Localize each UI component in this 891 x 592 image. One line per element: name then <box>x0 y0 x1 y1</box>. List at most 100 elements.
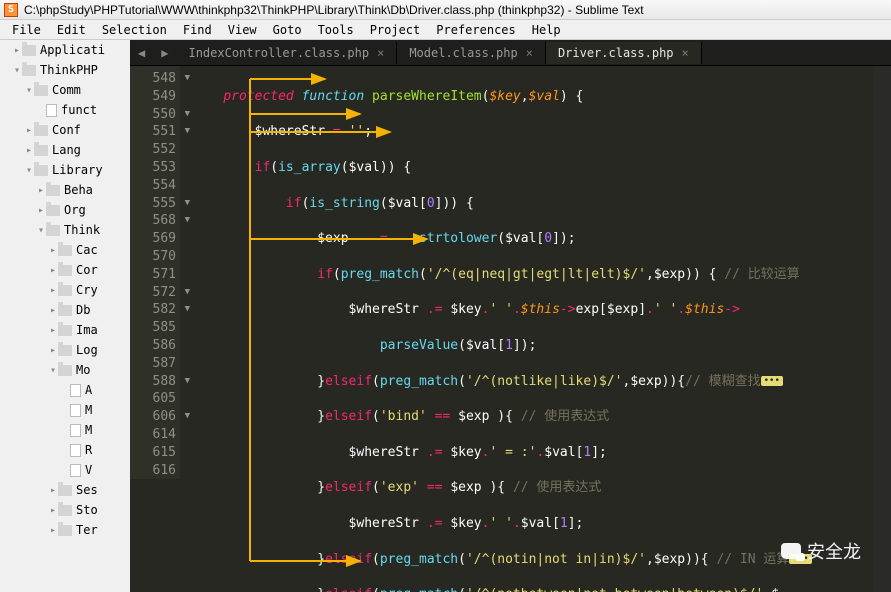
tree-item[interactable]: ▸Ima <box>0 320 130 340</box>
disclose-icon[interactable]: ▾ <box>48 365 58 376</box>
file-icon <box>70 464 81 477</box>
disclose-icon[interactable]: ▸ <box>48 505 58 516</box>
tree-item[interactable]: A <box>0 380 130 400</box>
fold-marker-icon[interactable]: ▼ <box>185 373 190 391</box>
fold-marker-icon[interactable]: ▼ <box>185 123 190 141</box>
fold-icon[interactable]: ••• <box>761 376 783 386</box>
tree-item[interactable]: V <box>0 460 130 480</box>
disclose-icon[interactable]: ▸ <box>24 125 34 136</box>
disclose-icon[interactable]: ▸ <box>48 485 58 496</box>
menu-file[interactable]: File <box>4 21 49 39</box>
close-icon[interactable]: × <box>526 46 533 60</box>
tree-item[interactable]: ▸Ter <box>0 520 130 540</box>
tree-item[interactable]: ▸ Beha <box>0 180 130 200</box>
nav-right-icon[interactable]: ▶ <box>153 46 176 60</box>
fold-marker-icon[interactable]: ▼ <box>185 284 190 302</box>
menu-edit[interactable]: Edit <box>49 21 94 39</box>
menubar: FileEditSelectionFindViewGotoToolsProjec… <box>0 20 891 40</box>
fold-marker-icon[interactable]: ▼ <box>185 195 190 213</box>
tree-item[interactable]: ▾Think <box>0 220 130 240</box>
disclose-icon[interactable]: ▸ <box>24 145 34 156</box>
menu-goto[interactable]: Goto <box>265 21 310 39</box>
disclose-icon[interactable]: ▾ <box>24 165 34 176</box>
disclose-icon[interactable]: ▸ <box>48 285 58 296</box>
file-icon <box>70 444 81 457</box>
line-number: 585 <box>130 319 180 337</box>
close-icon[interactable]: × <box>682 46 689 60</box>
tree-item[interactable]: ▸Log <box>0 340 130 360</box>
tree-item[interactable]: ▸Cor <box>0 260 130 280</box>
tree-item[interactable]: ▸Ses <box>0 480 130 500</box>
folder-icon <box>34 165 48 176</box>
tree-item[interactable]: ▸Applicati <box>0 40 130 60</box>
fold-marker-icon[interactable]: ▼ <box>185 212 190 230</box>
tree-item[interactable]: M <box>0 400 130 420</box>
tree-item[interactable]: ▸Org <box>0 200 130 220</box>
disclose-icon[interactable]: ▸ <box>36 205 46 216</box>
folder-icon <box>58 245 72 256</box>
menu-tools[interactable]: Tools <box>310 21 362 39</box>
tree-item[interactable]: ▸Cac <box>0 240 130 260</box>
disclose-icon[interactable]: ▸ <box>48 525 58 536</box>
tree-item[interactable]: ▸ Conf <box>0 120 130 140</box>
folder-icon <box>46 185 60 196</box>
tree-item[interactable]: ▸Lang <box>0 140 130 160</box>
code-text[interactable]: protected function parseWhereItem($key,$… <box>192 70 891 592</box>
line-number: 549 <box>130 88 180 106</box>
disclose-icon[interactable]: ▸ <box>48 325 58 336</box>
code-area[interactable]: 548▼549550▼551▼552553554555▼568▼56957057… <box>130 66 891 592</box>
folder-icon <box>34 85 48 96</box>
disclose-icon[interactable]: ▸ <box>36 185 46 196</box>
fold-marker-icon[interactable]: ▼ <box>185 408 190 426</box>
fold-marker-icon[interactable]: ▼ <box>185 70 190 88</box>
menu-selection[interactable]: Selection <box>94 21 175 39</box>
line-number: 548▼ <box>130 70 180 88</box>
disclose-icon[interactable]: ▾ <box>24 85 34 96</box>
line-number: 572▼ <box>130 284 180 302</box>
menu-find[interactable]: Find <box>175 21 220 39</box>
menu-preferences[interactable]: Preferences <box>428 21 523 39</box>
tree-item[interactable]: ▾ThinkPHP <box>0 60 130 80</box>
nav-left-icon[interactable]: ◀ <box>130 46 153 60</box>
folder-icon <box>22 65 36 76</box>
disclose-icon[interactable]: ▸ <box>12 45 22 56</box>
minimap[interactable] <box>873 66 891 592</box>
tab[interactable]: IndexController.class.php× <box>176 42 397 64</box>
tree-item[interactable]: ▸Sto <box>0 500 130 520</box>
tree-label: V <box>85 463 92 477</box>
fold-marker-icon[interactable]: ▼ <box>185 106 190 124</box>
tree-item[interactable]: ▾ Library <box>0 160 130 180</box>
tree-label: Library <box>52 163 103 177</box>
menu-help[interactable]: Help <box>524 21 569 39</box>
sidebar[interactable]: ▸Applicati▾ThinkPHP▾Commfunct▸Conf▸Lang▾… <box>0 40 130 592</box>
disclose-icon[interactable]: ▸ <box>48 305 58 316</box>
tab-label: Model.class.php <box>409 46 517 60</box>
tree-item[interactable]: ▸Cry <box>0 280 130 300</box>
file-icon <box>70 424 81 437</box>
disclose-icon[interactable]: ▸ <box>48 265 58 276</box>
line-number: 586 <box>130 337 180 355</box>
line-number: 555▼ <box>130 195 180 213</box>
tab[interactable]: Driver.class.php× <box>546 42 702 64</box>
disclose-icon[interactable]: ▸ <box>48 245 58 256</box>
folder-icon <box>58 365 72 376</box>
disclose-icon[interactable]: ▸ <box>48 345 58 356</box>
disclose-icon[interactable]: ▾ <box>12 65 22 76</box>
tree-item[interactable]: R <box>0 440 130 460</box>
close-icon[interactable]: × <box>377 46 384 60</box>
menu-view[interactable]: View <box>220 21 265 39</box>
file-icon <box>70 384 81 397</box>
line-number: 588▼ <box>130 373 180 391</box>
tree-label: Beha <box>64 183 93 197</box>
tree-item[interactable]: funct <box>0 100 130 120</box>
tree-item[interactable]: ▾Mo <box>0 360 130 380</box>
fold-marker-icon[interactable]: ▼ <box>185 301 190 319</box>
tab[interactable]: Model.class.php × <box>397 42 546 64</box>
line-number: 552 <box>130 141 180 159</box>
tree-item[interactable]: M <box>0 420 130 440</box>
menu-project[interactable]: Project <box>362 21 429 39</box>
tree-item[interactable]: ▸Db <box>0 300 130 320</box>
disclose-icon[interactable]: ▾ <box>36 225 46 236</box>
tree-label: Conf <box>52 123 81 137</box>
tree-item[interactable]: ▾Comm <box>0 80 130 100</box>
